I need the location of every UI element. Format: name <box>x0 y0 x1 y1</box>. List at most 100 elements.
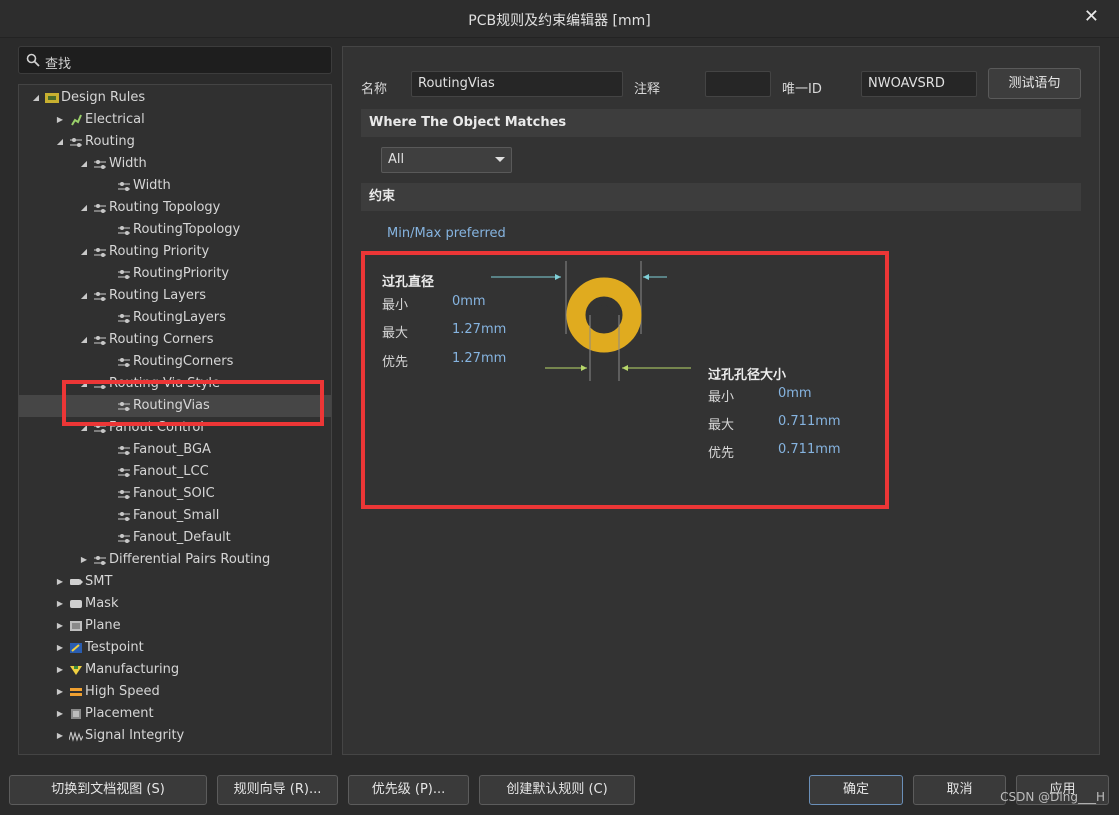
tree-item[interactable]: ▶ Manufacturing <box>19 659 331 681</box>
tree-item-label: Differential Pairs Routing <box>109 552 271 567</box>
hole-size-pref-value[interactable]: 0.711mm <box>778 442 841 457</box>
rule-icon <box>70 138 82 147</box>
comment-label: 注释 <box>634 82 661 97</box>
via-diameter-min-value[interactable]: 0mm <box>452 294 486 309</box>
via-constraint-diagram: 过孔直径 最小 0mm 最大 1.27mm 优先 1.27mm 过孔孔径大小 最… <box>361 251 889 509</box>
hole-size-min-value[interactable]: 0mm <box>778 386 812 401</box>
ok-button[interactable]: 确定 <box>809 775 903 805</box>
collapsed-arrow-icon[interactable]: ▶ <box>55 593 65 615</box>
collapsed-arrow-icon[interactable]: ▶ <box>55 109 65 131</box>
expanded-arrow-icon[interactable]: ◢ <box>79 241 89 263</box>
tree-item[interactable]: ◢ Routing Corners <box>19 329 331 351</box>
collapsed-arrow-icon[interactable]: ▶ <box>55 659 65 681</box>
expanded-arrow-icon[interactable]: ◢ <box>79 329 89 351</box>
rule-icon <box>118 270 130 279</box>
tree-item-label: Routing Topology <box>109 200 221 215</box>
tree-item[interactable]: RoutingLayers <box>19 307 331 329</box>
tree-item-label: Routing Priority <box>109 244 210 259</box>
tree-item[interactable]: ▶ Placement <box>19 703 331 725</box>
tree-item[interactable]: RoutingCorners <box>19 351 331 373</box>
rule-icon <box>118 490 130 499</box>
name-label: 名称 <box>361 82 388 97</box>
rule-icon <box>118 226 130 235</box>
close-icon[interactable]: ✕ <box>1084 6 1099 27</box>
search-input[interactable]: 查找 <box>45 53 71 72</box>
expanded-arrow-icon[interactable]: ◢ <box>55 131 65 153</box>
tree-item[interactable]: ▶ Plane <box>19 615 331 637</box>
tree-item[interactable]: ▶ Electrical <box>19 109 331 131</box>
unique-id-field[interactable]: NWOAVSRD <box>861 71 977 97</box>
expanded-arrow-icon[interactable]: ◢ <box>79 197 89 219</box>
window-title: PCB规则及约束编辑器 [mm] <box>468 13 651 29</box>
tree-item[interactable]: RoutingTopology <box>19 219 331 241</box>
tree-item[interactable]: ▶ Differential Pairs Routing <box>19 549 331 571</box>
manufacturing-icon <box>70 666 82 675</box>
tree-item[interactable]: Width <box>19 175 331 197</box>
tree-item-label: High Speed <box>85 684 160 699</box>
constraint-mode-link[interactable]: Min/Max preferred <box>387 226 506 241</box>
hole-size-max-label: 最大 <box>708 418 735 433</box>
unique-id-label: 唯一ID <box>782 82 822 97</box>
tree-item[interactable]: ▶ SMT <box>19 571 331 593</box>
where-dropdown[interactable]: All <box>381 147 512 173</box>
tree-item[interactable]: ◢ Routing Topology <box>19 197 331 219</box>
tree-item-label: RoutingCorners <box>133 354 234 369</box>
collapsed-arrow-icon[interactable]: ▶ <box>55 703 65 725</box>
tree-item-label: Plane <box>85 618 121 633</box>
tree-item-label: Routing Corners <box>109 332 214 347</box>
rule-icon <box>118 358 130 367</box>
priority-button[interactable]: 优先级 (P)... <box>348 775 469 805</box>
rule-editor-panel: 名称 RoutingVias 注释 唯一ID NWOAVSRD 测试语句 Whe… <box>342 46 1100 755</box>
diameter-arrowhead-left <box>555 274 561 280</box>
rule-icon <box>118 468 130 477</box>
where-dropdown-value: All <box>388 152 405 167</box>
hole-size-pref-label: 优先 <box>708 446 735 461</box>
tree-item-label: Signal Integrity <box>85 728 185 743</box>
tree-item[interactable]: Fanout_Small <box>19 505 331 527</box>
tree-item[interactable]: ◢ Width <box>19 153 331 175</box>
tree-item[interactable]: ▶ High Speed <box>19 681 331 703</box>
via-illustration <box>491 261 691 381</box>
tree-item[interactable]: ▶ Testpoint <box>19 637 331 659</box>
test-query-button[interactable]: 测试语句 <box>988 68 1081 99</box>
expanded-arrow-icon[interactable]: ◢ <box>31 87 41 109</box>
document-view-button[interactable]: 切换到文档视图 (S) <box>9 775 207 805</box>
tree-item[interactable]: ◢ Routing <box>19 131 331 153</box>
via-diameter-pref-label: 优先 <box>382 355 409 370</box>
hole-size-min-label: 最小 <box>708 390 735 405</box>
hole-size-title: 过孔孔径大小 <box>708 368 787 383</box>
tree-item[interactable]: ▶ Mask <box>19 593 331 615</box>
collapsed-arrow-icon[interactable]: ▶ <box>55 571 65 593</box>
hole-size-max-value[interactable]: 0.711mm <box>778 414 841 429</box>
design-rules-icon <box>45 93 59 103</box>
expanded-arrow-icon[interactable]: ◢ <box>79 153 89 175</box>
collapsed-arrow-icon[interactable]: ▶ <box>79 549 89 571</box>
tree-item[interactable]: Fanout_BGA <box>19 439 331 461</box>
tree-item[interactable]: Fanout_Default <box>19 527 331 549</box>
electrical-icon <box>71 114 82 126</box>
tree-item[interactable]: ◢ Routing Priority <box>19 241 331 263</box>
rule-icon <box>94 248 106 257</box>
expanded-arrow-icon[interactable]: ◢ <box>79 285 89 307</box>
collapsed-arrow-icon[interactable]: ▶ <box>55 681 65 703</box>
tree-item-label: Placement <box>85 706 154 721</box>
where-section-header: Where The Object Matches <box>361 109 1081 137</box>
tree-item[interactable]: ▶ Signal Integrity <box>19 725 331 747</box>
rule-icon <box>118 182 130 191</box>
tree-item[interactable]: Fanout_SOIC <box>19 483 331 505</box>
tree-item-label: Fanout_Small <box>133 508 220 523</box>
cancel-button[interactable]: 取消 <box>913 775 1006 805</box>
tree-item[interactable]: ◢ Routing Layers <box>19 285 331 307</box>
comment-field[interactable] <box>705 71 771 97</box>
create-default-rules-button[interactable]: 创建默认规则 (C) <box>479 775 635 805</box>
collapsed-arrow-icon[interactable]: ▶ <box>55 637 65 659</box>
collapsed-arrow-icon[interactable]: ▶ <box>55 725 65 747</box>
rule-wizard-button[interactable]: 规则向导 (R)... <box>217 775 338 805</box>
tree-item[interactable]: Fanout_LCC <box>19 461 331 483</box>
tree-item[interactable]: ◢ Design Rules <box>19 87 331 109</box>
name-field[interactable]: RoutingVias <box>411 71 623 97</box>
smt-icon <box>70 579 83 585</box>
collapsed-arrow-icon[interactable]: ▶ <box>55 615 65 637</box>
search-box[interactable]: 查找 <box>18 46 332 74</box>
tree-item[interactable]: RoutingPriority <box>19 263 331 285</box>
